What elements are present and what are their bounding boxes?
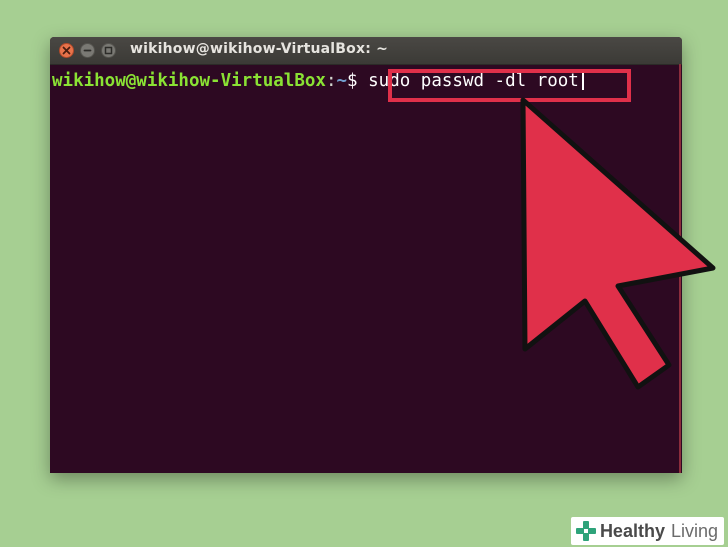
cross-logo-icon xyxy=(575,521,596,541)
brand-healthy-text: Healthy xyxy=(599,520,665,541)
healthy-living-watermark: Healthy Living xyxy=(570,517,724,545)
brand-living-text: Living xyxy=(670,520,718,541)
mouse-pointer-icon xyxy=(520,97,716,390)
